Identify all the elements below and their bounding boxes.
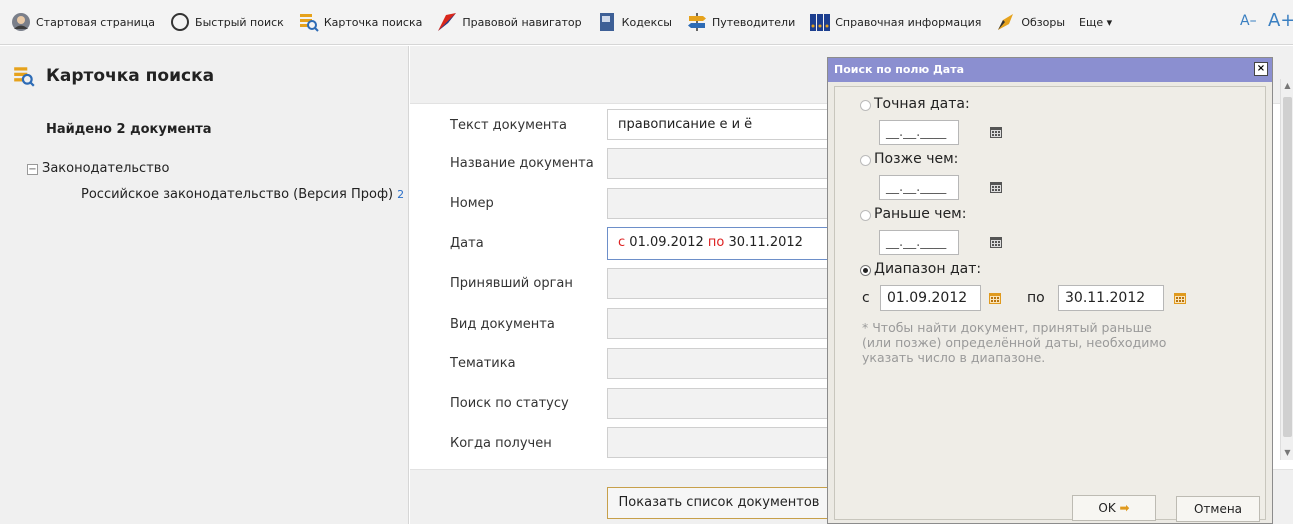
pen-icon [995,11,1017,33]
search-card-icon [12,64,36,88]
field-label-text: Текст документа [450,118,567,133]
tree-item-count: 2 [397,188,405,201]
toolbar-search-card-label: Карточка поиска [323,15,423,29]
toolbar-guides-label: Путеводители [711,15,796,29]
toolbar-legal-navigator-label: Правовой навигатор [462,15,582,29]
dialog-note: * Чтобы найти документ, принятый раньше … [862,320,1167,365]
tree-collapse-toggle[interactable]: − [27,164,38,175]
range-to-label: по [1027,290,1045,306]
tree-item-label: Российское законодательство (Версия Проф… [81,187,394,202]
navigator-icon [436,11,458,33]
font-increase-button[interactable]: A+ [1268,10,1293,31]
field-label-number: Номер [450,196,494,211]
range-from-input[interactable]: 01.09.2012 [880,285,981,311]
date-to-value: 30.11.2012 [728,235,803,250]
field-document-number[interactable] [607,188,847,219]
field-label-title: Название документа [450,156,594,171]
found-count: Найдено 2 документа [46,122,212,137]
top-toolbar: Стартовая страница Быстрый поиск Карточк… [0,0,1293,45]
range-from-label: с [862,290,870,306]
avatar-icon [10,11,32,33]
field-received[interactable] [607,427,847,458]
radio-exact-date-label: Точная дата: [874,96,970,112]
field-authority[interactable] [607,268,847,299]
earlier-than-input[interactable]: __.__.____ [879,230,959,255]
field-label-status: Поиск по статусу [450,396,569,411]
toolbar-legal-navigator[interactable]: Правовой навигатор [436,11,582,33]
calendar-icon[interactable] [990,126,1002,138]
toolbar-more-menu[interactable]: Еще ▾ [1079,16,1112,29]
toolbar-reviews-label: Обзоры [1021,15,1066,29]
field-label-date: Дата [450,236,484,251]
field-document-title[interactable] [607,148,847,179]
toolbar-codexes-label: Кодексы [621,15,672,29]
date-from-value: 01.09.2012 [629,235,704,250]
codex-icon [596,11,618,33]
field-status[interactable] [607,388,847,419]
font-decrease-button[interactable]: A– [1240,13,1257,29]
field-doc-type[interactable] [607,308,847,339]
toolbar-reference-info-label: Справочная информация [835,15,982,29]
field-label-doc-type: Вид документа [450,317,555,332]
radio-earlier-than-label: Раньше чем: [874,206,967,222]
radio-date-range[interactable] [860,265,871,276]
field-label-received: Когда получен [450,436,552,451]
toolbar-codexes[interactable]: Кодексы [596,11,672,33]
show-documents-button[interactable]: Показать список документов [607,487,831,519]
cancel-button[interactable]: Отмена [1176,496,1260,522]
range-to-input[interactable]: 30.11.2012 [1058,285,1164,311]
scroll-up-icon[interactable]: ▲ [1281,79,1293,93]
later-than-input[interactable]: __.__.____ [879,175,959,200]
binders-icon [809,11,831,33]
field-date[interactable]: с 01.09.2012 по 30.11.2012 [607,227,847,260]
exact-date-input[interactable]: __.__.____ [879,120,959,145]
search-card-icon [298,11,320,33]
toolbar-home[interactable]: Стартовая страница [10,11,155,33]
signpost-icon [686,11,708,33]
field-topic[interactable] [607,348,847,379]
radio-exact-date[interactable] [860,100,871,111]
radio-later-than-label: Позже чем: [874,151,959,167]
date-to-prefix: по [707,235,725,250]
date-search-dialog: Поиск по полю Дата × Точная дата: __.__.… [827,57,1273,524]
tree-item-russian-legislation[interactable]: Российское законодательство (Версия Проф… [81,187,404,202]
arrow-right-icon: ➡ [1119,501,1130,515]
field-label-topic: Тематика [450,356,516,371]
dialog-titlebar: Поиск по полю Дата × [828,58,1272,82]
dialog-title: Поиск по полю Дата [834,63,965,76]
toolbar-quick-search[interactable]: Быстрый поиск [169,11,284,33]
toolbar-home-label: Стартовая страница [36,15,156,29]
dialog-body: Точная дата: __.__.____ Позже чем: __.__… [834,86,1266,520]
tree-item-legislation[interactable]: Законодательство [42,161,169,176]
ok-button[interactable]: OK ➡ [1072,495,1156,521]
calendar-icon[interactable] [989,292,1001,304]
toolbar-reference-info[interactable]: Справочная информация [809,11,981,33]
ok-button-label: OK [1098,501,1116,515]
radio-date-range-label: Диапазон дат: [874,261,982,277]
date-from-prefix: с [618,235,626,250]
page-title: Карточка поиска [46,66,215,86]
calendar-icon[interactable] [1174,292,1186,304]
radio-earlier-than[interactable] [860,210,871,221]
field-document-text[interactable]: правописание е и ё [607,109,847,140]
calendar-icon[interactable] [990,181,1002,193]
toolbar-guides[interactable]: Путеводители [686,11,795,33]
toolbar-quick-search-label: Быстрый поиск [195,15,284,29]
toolbar-reviews[interactable]: Обзоры [995,11,1065,33]
left-panel: Карточка поиска Найдено 2 документа − За… [0,46,409,524]
toolbar-search-card[interactable]: Карточка поиска [298,11,423,33]
scroll-thumb[interactable] [1283,97,1292,437]
calendar-icon[interactable] [990,236,1002,248]
field-label-authority: Принявший орган [450,276,573,291]
close-icon[interactable]: × [1254,62,1268,76]
vertical-scrollbar[interactable]: ▲ ▼ [1280,79,1293,460]
scroll-down-icon[interactable]: ▼ [1281,446,1293,460]
search-circle-icon [169,11,191,33]
radio-later-than[interactable] [860,155,871,166]
